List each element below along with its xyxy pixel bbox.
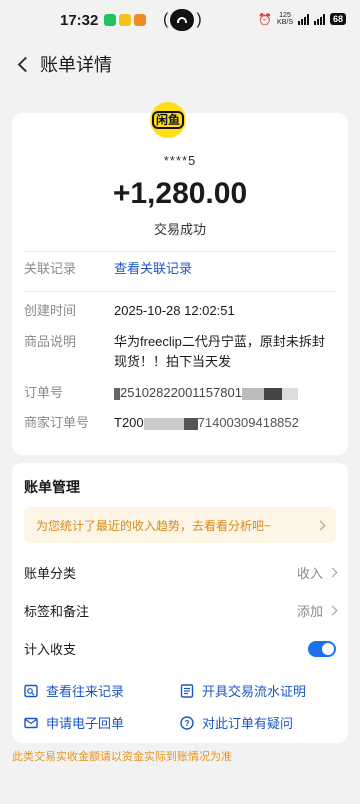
detail-label: 关联记录 bbox=[24, 261, 77, 276]
mail-icon bbox=[24, 717, 38, 728]
account-number: ****5 bbox=[163, 153, 197, 168]
tags-notes-row[interactable]: 标签和备注 添加 bbox=[24, 601, 338, 620]
chevron-right-icon bbox=[327, 567, 338, 578]
related-records-link[interactable]: 查看关联记录 bbox=[114, 259, 336, 279]
action-label: 查看往来记录 bbox=[46, 684, 125, 699]
action-label: 对此订单有疑问 bbox=[202, 716, 294, 731]
count-label: 计入收支 bbox=[24, 642, 77, 657]
redaction bbox=[263, 387, 282, 400]
detail-row-related: 关联记录 查看关联记录 bbox=[24, 259, 336, 279]
question-icon: ? bbox=[180, 715, 194, 730]
status-indicators: ⏰ 125 KB/S 68 bbox=[258, 12, 346, 26]
detail-label: 订单号 bbox=[24, 385, 64, 400]
page-title: 账单详情 bbox=[40, 55, 112, 75]
detail-label: 商家订单号 bbox=[24, 415, 90, 430]
net-speed-value: 125 bbox=[279, 12, 291, 19]
view-records-action[interactable]: 查看往来记录 bbox=[24, 681, 124, 700]
redaction bbox=[183, 417, 198, 430]
logo-text: 闲鱼 bbox=[151, 111, 184, 129]
signal-icon bbox=[297, 13, 309, 25]
status-time: 17:32 bbox=[60, 11, 99, 29]
count-in-balance-row: 计入收支 bbox=[24, 639, 336, 658]
merchant-order-tail: 71400309418852 bbox=[197, 415, 299, 430]
certificate-icon bbox=[180, 683, 194, 698]
notification-icons bbox=[104, 14, 147, 26]
merchant-order-number: T200 71400309418852 bbox=[114, 413, 336, 433]
redaction bbox=[281, 387, 298, 400]
tags-label: 标签和备注 bbox=[24, 604, 90, 619]
xianyu-logo: 闲鱼 bbox=[150, 102, 186, 138]
created-time: 2025-10-28 12:02:51 bbox=[114, 303, 235, 318]
nav-header: 账单详情 bbox=[0, 44, 360, 84]
tip-text: 为您统计了最近的收入趋势，去看看分析吧~ bbox=[36, 518, 272, 533]
item-description: 华为freeclip二代丹宁蓝，原封未拆封现货！！拍下当天发 bbox=[114, 334, 325, 369]
chevron-right-icon bbox=[315, 520, 326, 530]
alarm-icon: ⏰ bbox=[258, 13, 273, 26]
action-label: 开具交易流水证明 bbox=[202, 684, 307, 699]
chevron-left-icon bbox=[17, 56, 33, 72]
net-speed-unit: KB/S bbox=[277, 19, 293, 26]
bill-category-row[interactable]: 账单分类 收入 bbox=[24, 563, 338, 582]
e-receipt-action[interactable]: 申请电子回单 bbox=[24, 713, 124, 732]
category-value: 收入 bbox=[296, 566, 323, 581]
order-number: 25102822001157801 bbox=[114, 383, 336, 403]
action-label: 申请电子回单 bbox=[46, 716, 125, 731]
section-title: 账单管理 bbox=[24, 479, 80, 495]
amount: +1,280.00 bbox=[112, 177, 248, 210]
income-trend-tip[interactable]: 为您统计了最近的收入趋势，去看看分析吧~ bbox=[24, 507, 336, 543]
redaction bbox=[143, 417, 184, 430]
detail-row-order: 订单号 25102822001157801 bbox=[24, 383, 336, 403]
dynamic-island: ( ) bbox=[163, 9, 202, 31]
island-bracket-left: ( bbox=[163, 11, 169, 28]
order-number-text: 25102822001157801 bbox=[120, 385, 242, 400]
redaction bbox=[241, 387, 264, 400]
count-toggle[interactable] bbox=[308, 640, 336, 657]
chevron-right-icon bbox=[327, 605, 338, 616]
island-icon bbox=[170, 9, 195, 31]
merchant-order-head: T200 bbox=[114, 415, 144, 430]
taobao-icon bbox=[134, 14, 147, 26]
detail-row-merchant-order: 商家订单号 T200 71400309418852 bbox=[24, 413, 336, 433]
tags-value: 添加 bbox=[296, 604, 323, 619]
island-bracket-right: ) bbox=[196, 11, 202, 28]
statement-proof-action[interactable]: 开具交易流水证明 bbox=[180, 681, 306, 700]
record-icon bbox=[24, 684, 38, 697]
detail-label: 商品说明 bbox=[24, 334, 77, 349]
order-question-action[interactable]: ? 对此订单有疑问 bbox=[180, 713, 293, 732]
battery-icon: 68 bbox=[329, 13, 346, 25]
transaction-status: 交易成功 bbox=[153, 222, 206, 237]
category-label: 账单分类 bbox=[24, 566, 77, 581]
bill-summary-card: ****5 +1,280.00 交易成功 关联记录 查看关联记录 创建时间 20… bbox=[12, 113, 348, 455]
detail-label: 创建时间 bbox=[24, 303, 77, 318]
xianyu-icon bbox=[119, 14, 132, 26]
back-button[interactable] bbox=[4, 44, 40, 84]
net-speed: 125 KB/S bbox=[277, 12, 293, 26]
footnote: 此类交易实收金额请以资金实际到账情况为准 bbox=[12, 751, 232, 763]
signal-icon-2 bbox=[313, 13, 325, 25]
divider bbox=[24, 291, 336, 292]
detail-row-item: 商品说明 华为freeclip二代丹宁蓝，原封未拆封现货！！拍下当天发 bbox=[24, 332, 336, 372]
detail-row-created: 创建时间 2025-10-28 12:02:51 bbox=[24, 301, 336, 321]
bill-management-card: 账单管理 为您统计了最近的收入趋势，去看看分析吧~ 账单分类 收入 标签和备注 … bbox=[12, 463, 348, 743]
wechat-icon bbox=[104, 14, 117, 26]
divider bbox=[24, 251, 336, 252]
svg-text:?: ? bbox=[184, 718, 189, 728]
